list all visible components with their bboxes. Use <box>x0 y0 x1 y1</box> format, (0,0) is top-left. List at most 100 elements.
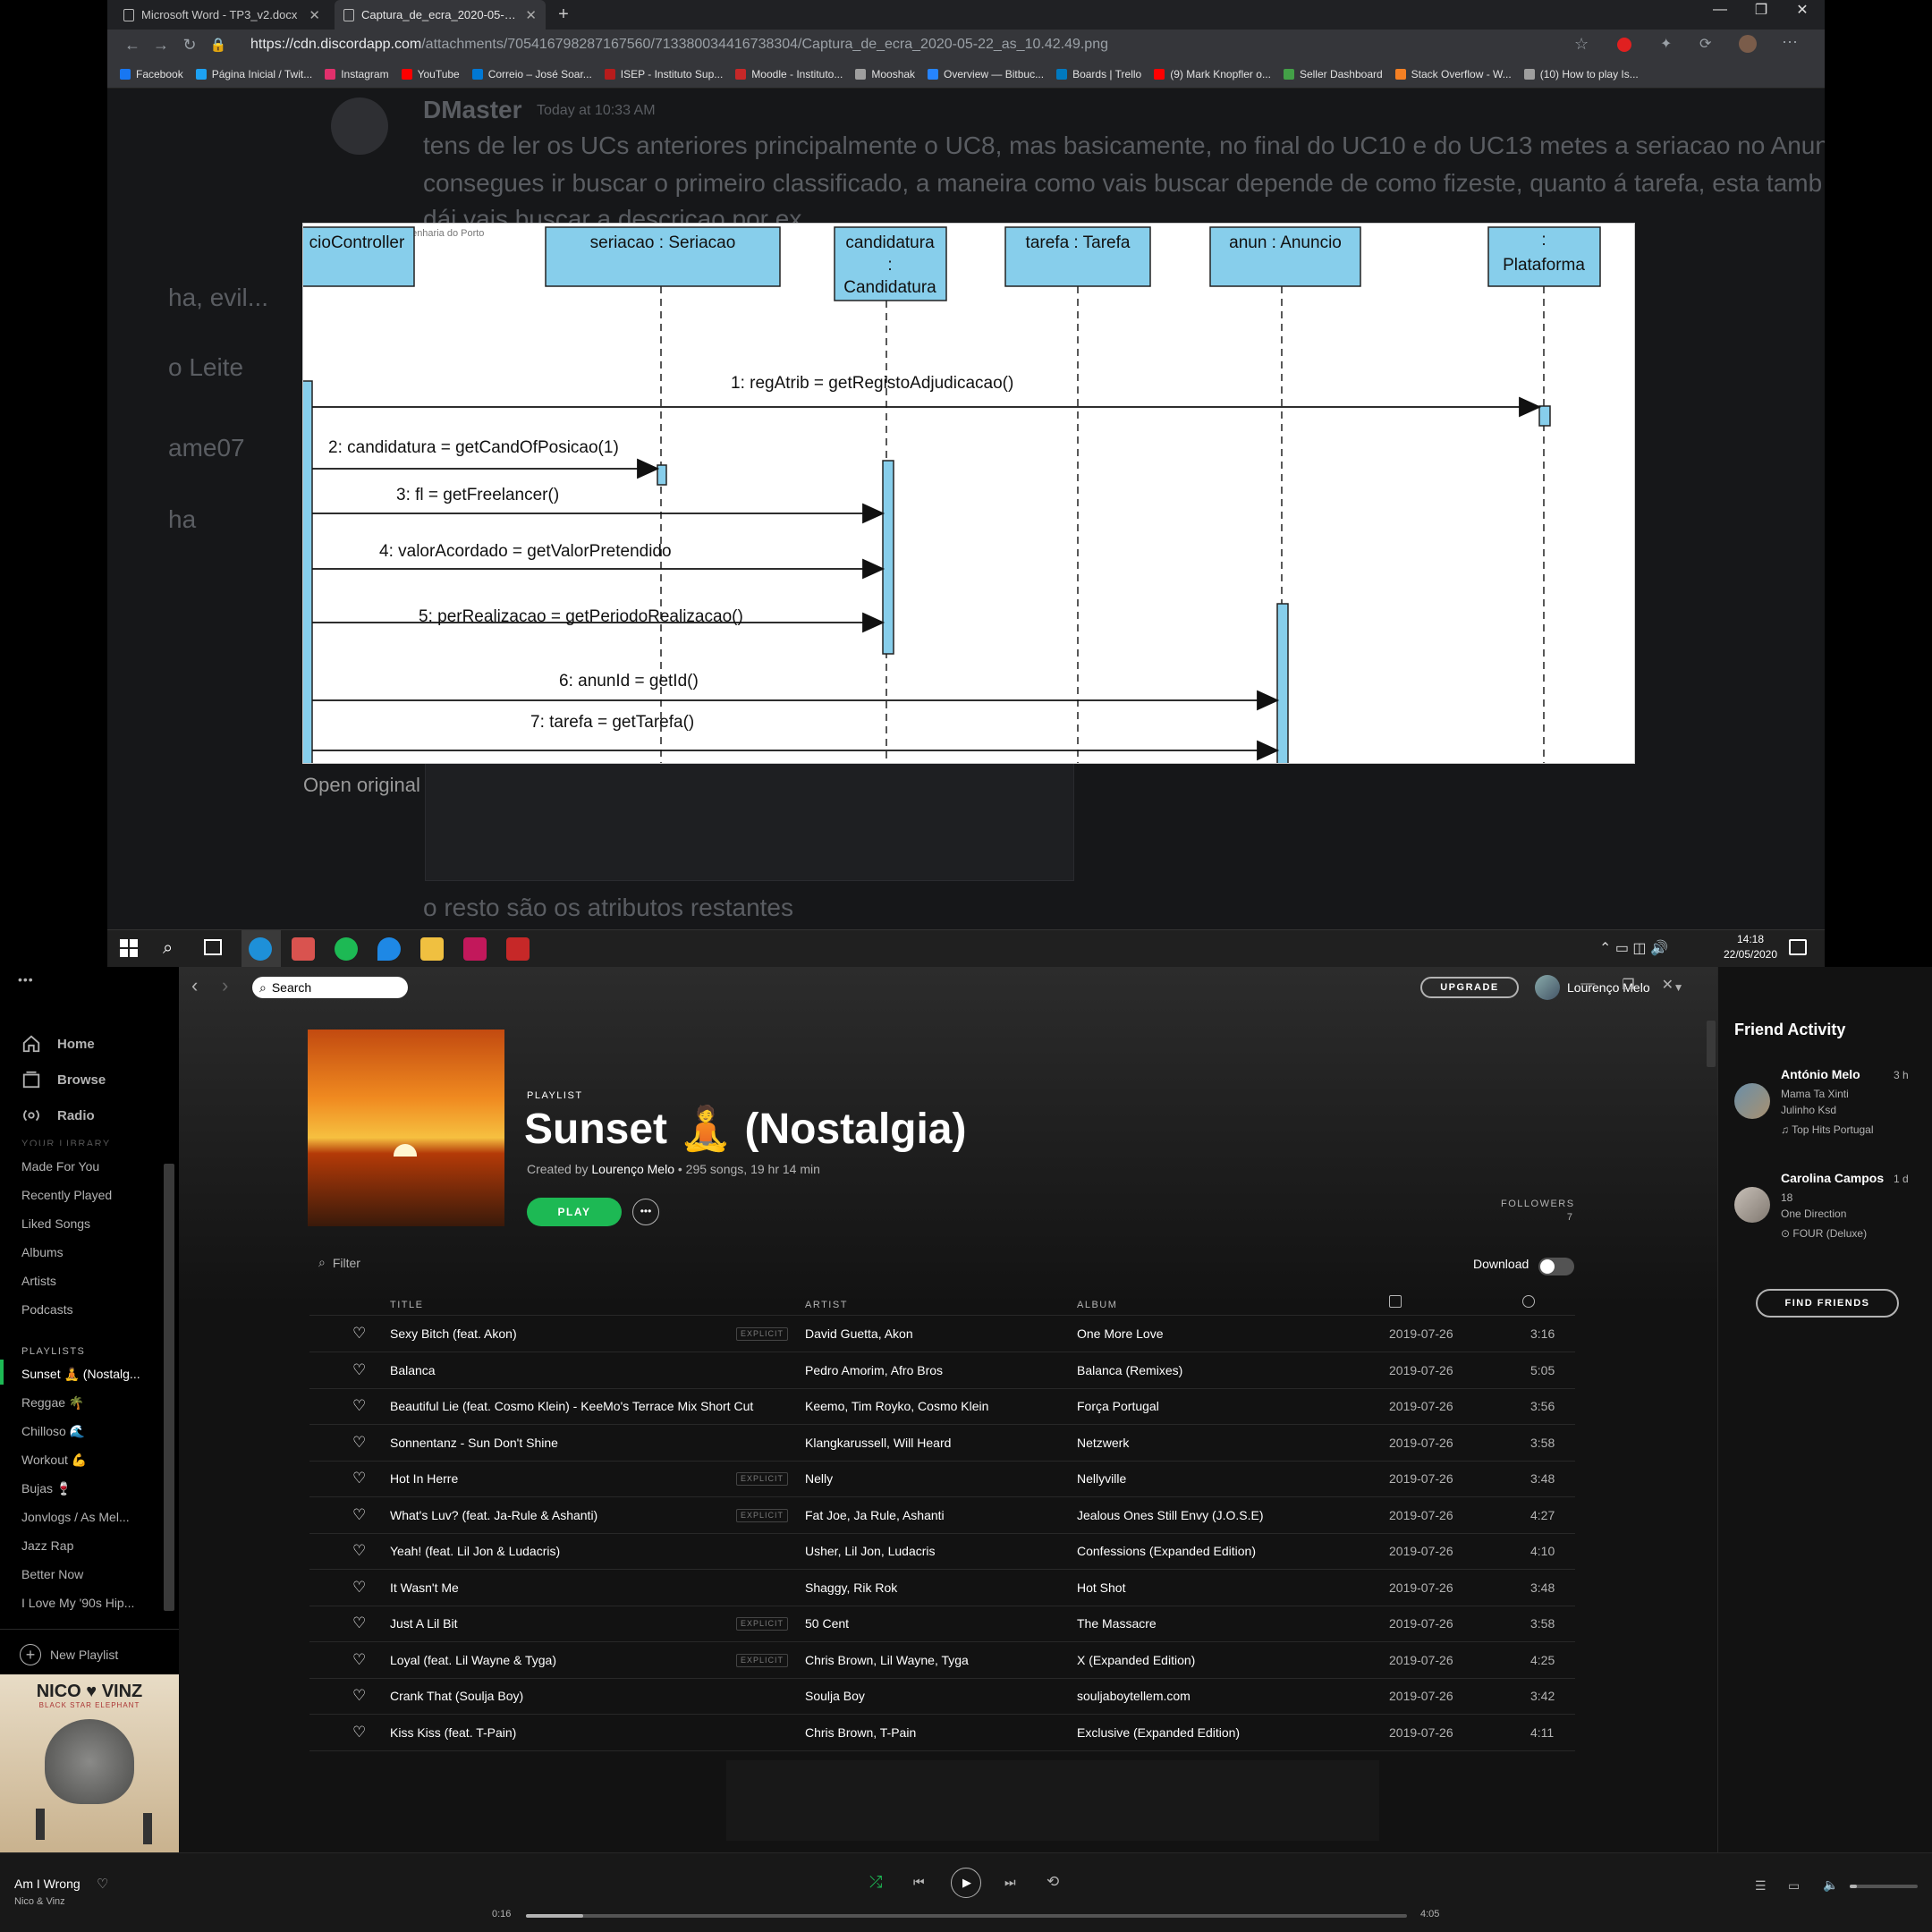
track-artist[interactable]: Klangkarussell, Will Heard <box>805 1425 1073 1461</box>
taskbar-clock[interactable]: 14:18 <box>1719 933 1782 945</box>
scrollbar-thumb[interactable] <box>1707 1021 1716 1067</box>
heart-icon[interactable]: ♡ <box>352 1425 370 1461</box>
new-tab-button[interactable]: + <box>546 0 581 30</box>
profile-avatar[interactable] <box>1739 35 1757 53</box>
track-album[interactable]: Netzwerk <box>1077 1425 1381 1461</box>
intellij-icon[interactable] <box>463 937 487 961</box>
track-row[interactable]: ♡ It Wasn't Me Shaggy, Rik Rok Hot Shot 2019… <box>309 1570 1575 1606</box>
avatar[interactable] <box>1734 1187 1770 1223</box>
back-icon[interactable]: ‹ <box>191 974 198 997</box>
bookmark-item[interactable]: Seller Dashboard <box>1283 68 1383 80</box>
file-explorer-icon[interactable] <box>420 937 444 961</box>
track-artist[interactable]: David Guetta, Akon <box>805 1316 1073 1352</box>
column-header-title[interactable]: TITLE <box>390 1300 423 1310</box>
track-album[interactable]: One More Love <box>1077 1316 1381 1352</box>
app-icon[interactable] <box>506 937 530 961</box>
bookmark-item[interactable]: ISEP - Instituto Sup... <box>604 68 723 80</box>
main-scrollbar[interactable] <box>1707 1012 1716 1817</box>
queue-icon[interactable]: ☰ <box>1755 1878 1767 1894</box>
bookmark-item[interactable]: Página Inicial / Twit... <box>195 68 312 80</box>
library-item-podcasts[interactable]: Podcasts <box>21 1302 147 1317</box>
track-row[interactable]: ♡ Balanca Pedro Amorim, Afro Bros Balanca (… <box>309 1352 1575 1389</box>
library-item-liked-songs[interactable]: Liked Songs <box>21 1216 147 1231</box>
friend-context[interactable]: ♫ Top Hits Portugal <box>1781 1123 1874 1136</box>
nav-browse[interactable]: Browse <box>21 1070 106 1089</box>
minimize-button[interactable]: — <box>1699 0 1741 20</box>
clock-icon[interactable] <box>1522 1295 1535 1308</box>
more-options-button[interactable]: ••• <box>632 1199 659 1225</box>
search-input[interactable]: ⌕ Search <box>252 977 408 998</box>
now-playing-artist[interactable]: Nico & Vinz <box>14 1896 65 1907</box>
task-view-icon[interactable] <box>204 939 222 955</box>
chevron-down-icon[interactable]: ▼ <box>1674 981 1684 994</box>
more-menu-icon[interactable]: ⋯ <box>1782 33 1798 52</box>
track-row[interactable]: ♡ Yeah! (feat. Lil Jon & Ludacris) Usher, … <box>309 1533 1575 1570</box>
library-item-made-for-you[interactable]: Made For You <box>21 1159 147 1174</box>
bookmark-item[interactable]: Overview — Bitbuc... <box>928 68 1044 80</box>
notification-icon[interactable] <box>1789 939 1807 955</box>
owner-link[interactable]: Lourenço Melo <box>591 1162 674 1176</box>
shuffle-icon[interactable]: ⤮ <box>869 1873 882 1892</box>
track-artist[interactable]: Usher, Lil Jon, Ludacris <box>805 1533 1073 1569</box>
bookmark-item[interactable]: Moodle - Instituto... <box>735 68 843 80</box>
more-menu-icon[interactable]: ••• <box>18 972 34 987</box>
download-toggle[interactable] <box>1538 1258 1574 1275</box>
track-row[interactable]: ♡ Loyal (feat. Lil Wayne & Tyga) Chris Bro… <box>309 1642 1575 1679</box>
track-row[interactable]: ♡ Beautiful Lie (feat. Cosmo Klein) - Kee… <box>309 1388 1575 1425</box>
heart-icon[interactable]: ♡ <box>352 1606 370 1641</box>
friend-track[interactable]: Mama Ta Xinti <box>1781 1088 1849 1100</box>
heart-icon[interactable]: ♡ <box>352 1388 370 1424</box>
track-album[interactable]: Jealous Ones Still Envy (J.O.S.E) <box>1077 1497 1381 1533</box>
track-artist[interactable]: Pedro Amorim, Afro Bros <box>805 1352 1073 1388</box>
track-artist[interactable]: Nelly <box>805 1461 1073 1496</box>
heart-icon[interactable]: ♡ <box>352 1533 370 1569</box>
track-artist[interactable]: 50 Cent <box>805 1606 1073 1641</box>
volume-icon[interactable]: 🔈 <box>1823 1877 1838 1893</box>
forward-icon[interactable]: › <box>222 974 228 997</box>
playlist-item[interactable]: Jonvlogs / As Mel... <box>21 1510 147 1524</box>
library-item-artists[interactable]: Artists <box>21 1274 147 1288</box>
playlist-item[interactable]: Better Now <box>21 1567 147 1581</box>
track-row[interactable]: ♡ Hot In Herre Nelly Nellyville 2019-07-26 3:… <box>309 1461 1575 1497</box>
track-artist[interactable]: Shaggy, Rik Rok <box>805 1570 1073 1606</box>
url-field[interactable]: https://cdn.discordapp.com/attachments/7… <box>250 32 1708 57</box>
mail-app-icon[interactable] <box>292 937 315 961</box>
bookmark-star-icon[interactable]: ☆ <box>1574 35 1589 54</box>
track-album[interactable]: souljaboytellem.com <box>1077 1678 1381 1714</box>
track-album[interactable]: The Massacre <box>1077 1606 1381 1641</box>
bookmark-item[interactable]: Boards | Trello <box>1056 68 1141 80</box>
nav-home[interactable]: Home <box>21 1034 95 1054</box>
heart-icon[interactable]: ♡ <box>352 1642 370 1678</box>
track-album[interactable]: Balanca (Remixes) <box>1077 1352 1381 1388</box>
heart-icon[interactable]: ♡ <box>352 1715 370 1750</box>
play-pause-button[interactable]: ▶ <box>951 1868 981 1898</box>
close-tab-icon[interactable]: ✕ <box>525 7 537 23</box>
new-playlist-button[interactable]: + New Playlist <box>20 1644 118 1665</box>
volume-slider[interactable] <box>1850 1885 1918 1888</box>
friend-name[interactable]: Carolina Campos <box>1781 1171 1884 1185</box>
heart-icon[interactable]: ♡ <box>352 1570 370 1606</box>
collections-icon[interactable]: ✦ <box>1660 35 1672 53</box>
share-icon[interactable]: ⟳ <box>1699 35 1711 53</box>
playlist-item[interactable]: Bujas 🍷 <box>21 1481 147 1496</box>
filter-input[interactable]: ⌕ Filter <box>318 1255 360 1270</box>
extension-icon[interactable] <box>1617 38 1631 52</box>
windows-start-icon[interactable] <box>120 939 138 957</box>
sidebar-scrollbar[interactable] <box>164 1164 174 1611</box>
track-album[interactable]: Confessions (Expanded Edition) <box>1077 1533 1381 1569</box>
playlist-item[interactable]: Workout 💪 <box>21 1453 147 1468</box>
track-artist[interactable]: Chris Brown, T-Pain <box>805 1715 1073 1750</box>
nav-radio[interactable]: Radio <box>21 1106 95 1125</box>
column-header-artist[interactable]: ARTIST <box>805 1300 848 1310</box>
close-window-button[interactable]: ✕ <box>1662 976 1674 994</box>
track-row[interactable]: ♡ What's Luv? (feat. Ja-Rule & Ashanti) Fa… <box>309 1497 1575 1534</box>
friend-name[interactable]: António Melo <box>1781 1067 1860 1081</box>
track-row[interactable]: ♡ Sexy Bitch (feat. Akon) David Guetta, Ak… <box>309 1316 1575 1352</box>
tab-screenshot-image[interactable]: Captura_de_ecra_2020-05-22_as_10.42.49.p… <box>335 0 546 30</box>
track-album[interactable]: Nellyville <box>1077 1461 1381 1496</box>
maximize-button[interactable]: ❐ <box>1622 976 1634 994</box>
heart-icon[interactable]: ♡ <box>352 1678 370 1714</box>
maps-icon[interactable] <box>377 937 401 961</box>
tab-word-document[interactable]: Microsoft Word - TP3_v2.docx ✕ <box>114 0 329 30</box>
track-album[interactable]: Força Portugal <box>1077 1388 1381 1424</box>
